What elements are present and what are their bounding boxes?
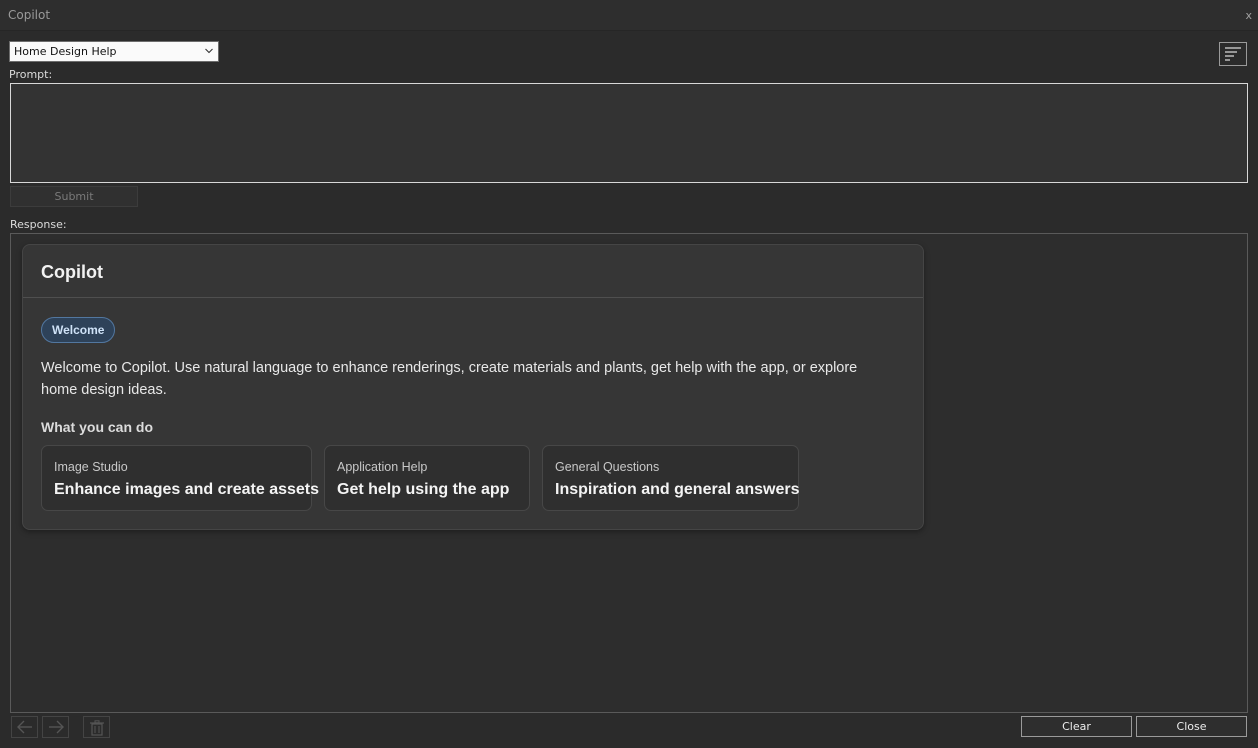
arrow-right-icon [49,720,64,734]
feature-general-questions[interactable]: General Questions Inspiration and genera… [542,445,800,511]
copilot-window: Copilot x Home Design Help Prompt: Submi… [0,0,1258,748]
window-close-button[interactable]: x [1245,9,1252,22]
prompt-label: Prompt: [9,68,53,81]
trash-icon [90,720,104,736]
clear-button[interactable]: Clear [1021,716,1132,737]
prompt-input[interactable] [10,83,1248,183]
feature-title: Enhance images and create assets [54,481,320,498]
filter-lines-icon [1225,47,1241,61]
welcome-card: Copilot Welcome Welcome to Copilot. Use … [22,244,924,530]
card-divider [23,297,923,298]
feature-application-help[interactable]: Application Help Get help using the app [324,445,530,511]
feature-category: General Questions [555,460,660,474]
card-subheading: What you can do [41,419,153,435]
mode-dropdown[interactable]: Home Design Help [9,41,219,62]
options-menu-button[interactable] [1219,42,1247,66]
window-title: Copilot [8,8,51,22]
card-title: Copilot [41,262,103,282]
feature-title: Inspiration and general answers [555,481,800,498]
mode-dropdown-value: Home Design Help [14,45,117,58]
feature-category: Image Studio [54,460,128,474]
feature-image-studio[interactable]: Image Studio Enhance images and create a… [41,445,319,511]
submit-button[interactable]: Submit [10,186,138,207]
title-bar: Copilot x [0,0,1258,31]
feature-title: Get help using the app [337,481,510,498]
feature-category: Application Help [337,460,428,474]
response-label: Response: [10,218,67,231]
close-button[interactable]: Close [1136,716,1247,737]
card-description: Welcome to Copilot. Use natural language… [41,360,858,398]
arrow-left-icon [17,720,32,734]
chevron-down-icon [205,48,213,54]
response-panel: Copilot Welcome Welcome to Copilot. Use … [10,233,1248,713]
delete-button[interactable] [83,716,110,738]
welcome-badge: Welcome [41,317,116,343]
back-button[interactable] [11,716,38,738]
forward-button[interactable] [42,716,69,738]
